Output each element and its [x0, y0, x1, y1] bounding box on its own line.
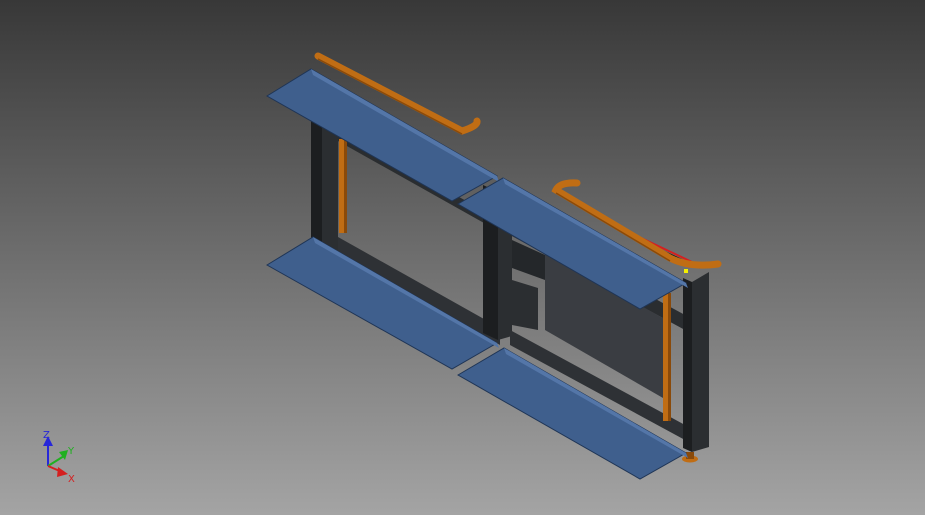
- right-post-side: [692, 272, 709, 452]
- viewport-background: [0, 0, 925, 515]
- right-post-face: [683, 278, 692, 452]
- grip-point[interactable]: [684, 269, 688, 273]
- left-post-side: [322, 122, 338, 250]
- 3d-viewport[interactable]: Z Y X: [0, 0, 925, 515]
- left-post-face: [311, 118, 322, 243]
- 3d-model-scene[interactable]: [0, 0, 925, 515]
